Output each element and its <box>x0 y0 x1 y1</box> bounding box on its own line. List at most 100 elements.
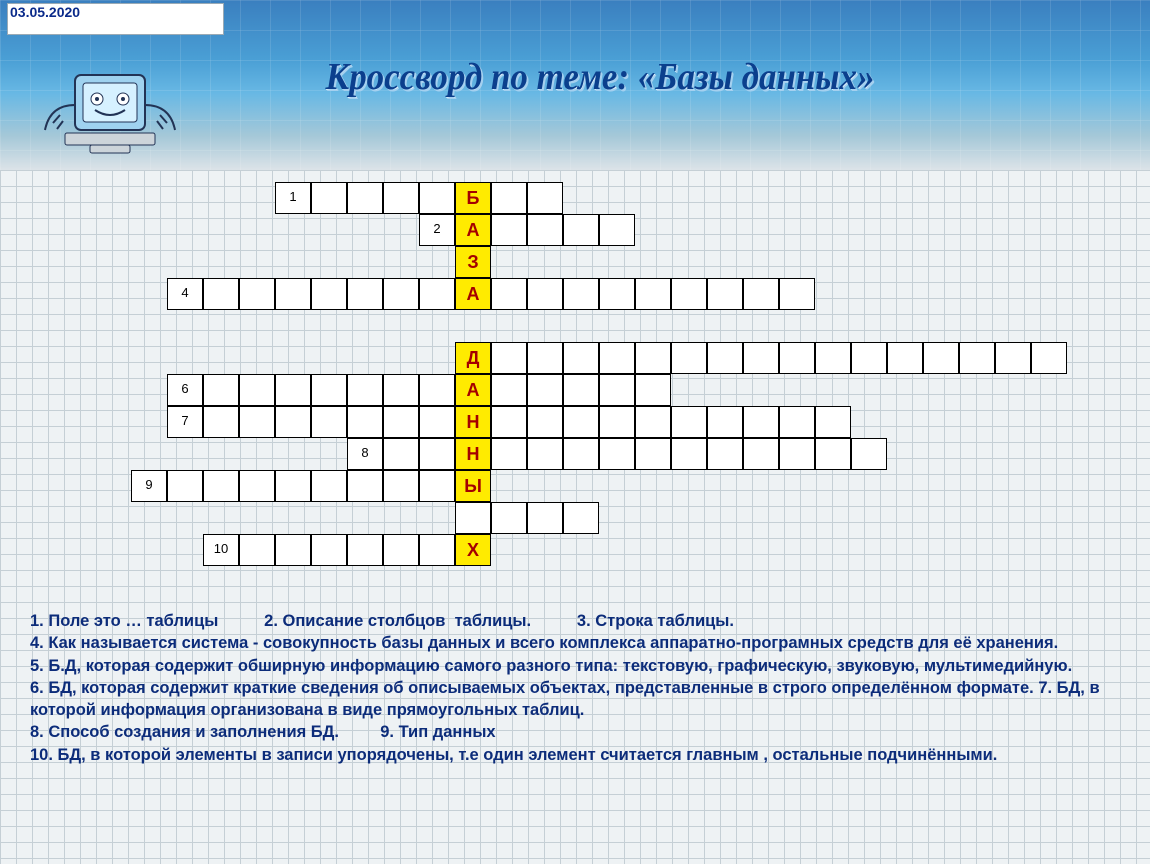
crossword-cell <box>347 374 383 406</box>
crossword-cell <box>743 278 779 310</box>
crossword-cell <box>419 534 455 566</box>
crossword-cell <box>491 406 527 438</box>
row-number: 9 <box>131 470 167 502</box>
crossword-cell <box>419 470 455 502</box>
crossword-cell <box>203 374 239 406</box>
crossword-cell <box>743 342 779 374</box>
top-banner: 03.05.2020 Кроссворд по теме: «Базы данн… <box>0 0 1150 171</box>
crossword-cell <box>203 470 239 502</box>
crossword-cell <box>851 342 887 374</box>
crossword-cell <box>671 406 707 438</box>
crossword-cell <box>851 438 887 470</box>
key-cell: А <box>455 374 491 406</box>
clues-block: 1. Поле это … таблицы 2. Описание столбц… <box>30 610 1120 766</box>
crossword-cell <box>491 278 527 310</box>
crossword-cell <box>707 406 743 438</box>
crossword-cell <box>419 278 455 310</box>
crossword-cell <box>563 214 599 246</box>
crossword-cell <box>563 438 599 470</box>
crossword-cell <box>527 406 563 438</box>
crossword-cell <box>491 214 527 246</box>
crossword-cell <box>779 406 815 438</box>
crossword-cell <box>599 214 635 246</box>
crossword-cell <box>563 278 599 310</box>
crossword-cell <box>491 438 527 470</box>
crossword-cell <box>347 406 383 438</box>
crossword-cell <box>527 182 563 214</box>
crossword-cell <box>275 534 311 566</box>
crossword-cell <box>635 342 671 374</box>
clue-10: 10. БД, в которой элементы в записи упор… <box>30 746 993 764</box>
crossword-cell <box>311 278 347 310</box>
crossword-cell <box>923 342 959 374</box>
crossword-cell <box>491 342 527 374</box>
crossword-cell <box>707 342 743 374</box>
crossword-cell <box>707 438 743 470</box>
crossword-cell <box>419 438 455 470</box>
crossword-cell <box>311 182 347 214</box>
crossword-cell <box>491 374 527 406</box>
key-cell: Н <box>455 438 491 470</box>
crossword-cell <box>527 502 563 534</box>
crossword-cell <box>563 406 599 438</box>
crossword-cell <box>203 278 239 310</box>
crossword-cell <box>383 534 419 566</box>
crossword-cell <box>383 438 419 470</box>
row-number: 10 <box>203 534 239 566</box>
crossword-cell <box>383 182 419 214</box>
crossword-cell <box>347 534 383 566</box>
computer-mascot-icon <box>35 65 185 160</box>
clue-1: 1. Поле это … таблицы <box>30 612 218 630</box>
row-number: 8 <box>347 438 383 470</box>
crossword-cell <box>239 406 275 438</box>
crossword-cell <box>815 438 851 470</box>
key-cell: А <box>455 278 491 310</box>
clue-10-dot: . <box>993 746 998 764</box>
crossword-cell <box>527 214 563 246</box>
row-number: 1 <box>275 182 311 214</box>
crossword-cell <box>887 342 923 374</box>
crossword-cell <box>239 470 275 502</box>
crossword-cell <box>455 502 491 534</box>
crossword-cell <box>383 278 419 310</box>
row-number: 7 <box>167 406 203 438</box>
key-cell: Н <box>455 406 491 438</box>
row-number: 2 <box>419 214 455 246</box>
crossword-cell <box>599 278 635 310</box>
crossword-cell <box>743 438 779 470</box>
crossword-cell <box>563 342 599 374</box>
crossword-cell <box>743 406 779 438</box>
crossword-cell <box>599 438 635 470</box>
clue-3: 3. Строка таблицы. <box>577 612 734 630</box>
crossword-cell <box>599 342 635 374</box>
date-text: 03.05.2020 <box>10 4 80 20</box>
key-cell: Д <box>455 342 491 374</box>
key-cell: Х <box>455 534 491 566</box>
crossword-cell <box>527 438 563 470</box>
crossword-cell <box>311 470 347 502</box>
crossword-cell <box>239 374 275 406</box>
crossword-cell <box>347 470 383 502</box>
row-number: 6 <box>167 374 203 406</box>
crossword-cell <box>671 438 707 470</box>
crossword-cell <box>635 278 671 310</box>
crossword-cell <box>275 278 311 310</box>
crossword-cell <box>779 438 815 470</box>
crossword-cell <box>203 406 239 438</box>
crossword-cell <box>239 534 275 566</box>
crossword-cell <box>311 374 347 406</box>
crossword-cell <box>707 278 743 310</box>
crossword-cell <box>311 406 347 438</box>
crossword-cell <box>599 374 635 406</box>
crossword-cell <box>383 374 419 406</box>
crossword-cell <box>599 406 635 438</box>
crossword-cell <box>815 406 851 438</box>
clue-2: 2. Описание столбцов таблицы. <box>264 612 531 630</box>
main-area: 1Б2АЗ4АД6А7Н8Н9Ы10Х 1. Поле это … таблиц… <box>0 170 1150 864</box>
crossword-cell <box>419 406 455 438</box>
crossword-cell <box>275 406 311 438</box>
crossword-cell <box>347 182 383 214</box>
crossword-cell <box>1031 342 1067 374</box>
crossword-cell <box>635 374 671 406</box>
crossword-cell <box>527 374 563 406</box>
